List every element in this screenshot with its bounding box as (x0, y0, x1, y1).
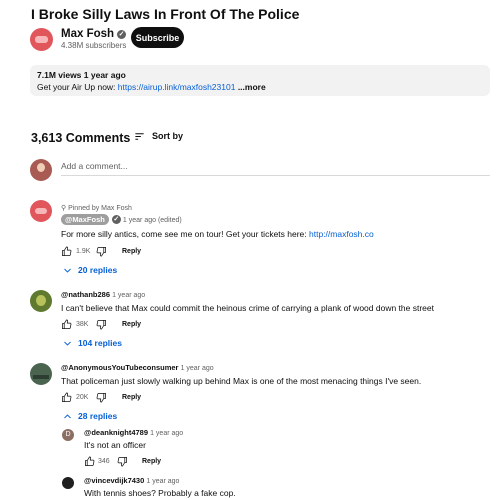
comments-count: 3,613 Comments (31, 131, 131, 145)
like-count: 20K (76, 394, 89, 401)
subscribe-button[interactable]: Subscribe (131, 27, 184, 48)
like-count: 1.9K (76, 248, 91, 255)
dislike-icon[interactable] (117, 456, 128, 467)
sort-by-button[interactable]: Sort by (152, 131, 183, 141)
verified-check-icon: ✓ (111, 215, 121, 224)
like-count: 38K (76, 321, 89, 328)
comment-author-chip[interactable]: @MaxFosh (61, 214, 109, 225)
user-avatar (30, 159, 52, 181)
reply-text: With tennis shoes? Probably a fake cop. (84, 488, 236, 498)
like-icon[interactable] (61, 392, 72, 403)
comment-text-prefix: For more silly antics, come see me on to… (61, 229, 310, 239)
reply-author-handle[interactable]: @deanknight4789 (84, 428, 148, 437)
subscriber-count: 4.38M subscribers (61, 41, 127, 50)
reply-text: It's not an officer (84, 440, 146, 450)
comment-author[interactable]: @MaxFosh ✓ 1 year ago (edited) (61, 214, 182, 225)
reply-author[interactable]: @vincevdijk7430 1 year ago (84, 476, 179, 485)
hide-replies-button[interactable]: 28 replies (78, 411, 117, 421)
reply-author-handle[interactable]: @vincevdijk7430 (84, 476, 144, 485)
add-comment-input[interactable] (61, 157, 490, 176)
channel-name-text[interactable]: Max Fosh (61, 28, 114, 40)
reply-button[interactable]: Reply (122, 321, 141, 328)
pinned-label: ⚲ Pinned by Max Fosh (61, 204, 132, 212)
like-icon[interactable] (84, 456, 95, 467)
description-link[interactable]: https://airup.link/maxfosh23101 (118, 82, 236, 92)
comment-author[interactable]: @nathanb286 1 year ago (61, 290, 145, 299)
comment-time[interactable]: 1 year ago (edited) (123, 217, 182, 224)
dislike-icon[interactable] (96, 319, 107, 330)
description-text: Get your Air Up now: https://airup.link/… (37, 82, 266, 92)
view-replies-button[interactable]: 20 replies (78, 265, 117, 275)
dislike-icon[interactable] (96, 392, 107, 403)
chevron-down-icon[interactable] (63, 339, 72, 348)
comment-author[interactable]: @AnonymousYouTubeconsumer 1 year ago (61, 363, 214, 372)
comment-text: That policeman just slowly walking up be… (61, 376, 422, 386)
comment-author-handle[interactable]: @nathanb286 (61, 290, 110, 299)
comment-time[interactable]: 1 year ago (112, 292, 145, 299)
comment-author-handle[interactable]: @AnonymousYouTubeconsumer (61, 363, 178, 372)
reply-button[interactable]: Reply (122, 248, 141, 255)
channel-avatar[interactable] (30, 28, 53, 51)
reply-time[interactable]: 1 year ago (146, 478, 179, 485)
commenter-avatar[interactable] (30, 290, 52, 312)
reply-avatar[interactable]: D (62, 429, 74, 441)
reply-author[interactable]: @deanknight4789 1 year ago (84, 428, 183, 437)
verified-check-icon: ✓ (117, 30, 127, 39)
comment-text: I can't believe that Max could commit th… (61, 303, 434, 313)
comment-link[interactable]: http://maxfosh.co (309, 229, 374, 239)
description-more-link[interactable]: ...more (235, 82, 266, 92)
reply-time[interactable]: 1 year ago (150, 430, 183, 437)
like-icon[interactable] (61, 319, 72, 330)
description-prefix: Get your Air Up now: (37, 82, 118, 92)
sort-icon[interactable] (134, 131, 145, 142)
reply-button[interactable]: Reply (122, 394, 141, 401)
chevron-up-icon[interactable] (63, 412, 72, 421)
view-replies-button[interactable]: 104 replies (78, 338, 122, 348)
video-title: I Broke Silly Laws In Front Of The Polic… (31, 6, 300, 22)
like-icon[interactable] (61, 246, 72, 257)
reply-button[interactable]: Reply (142, 458, 161, 465)
like-count: 346 (98, 458, 110, 465)
reply-avatar[interactable] (62, 477, 74, 489)
pinned-text: Pinned by Max Fosh (68, 205, 132, 212)
comment-time[interactable]: 1 year ago (181, 365, 214, 372)
dislike-icon[interactable] (96, 246, 107, 257)
views-and-date: 7.1M views 1 year ago (37, 70, 126, 80)
channel-name[interactable]: Max Fosh ✓ (61, 28, 127, 40)
comment-text: For more silly antics, come see me on to… (61, 229, 374, 239)
commenter-avatar[interactable] (30, 200, 52, 222)
chevron-down-icon[interactable] (63, 266, 72, 275)
commenter-avatar[interactable] (30, 363, 52, 385)
